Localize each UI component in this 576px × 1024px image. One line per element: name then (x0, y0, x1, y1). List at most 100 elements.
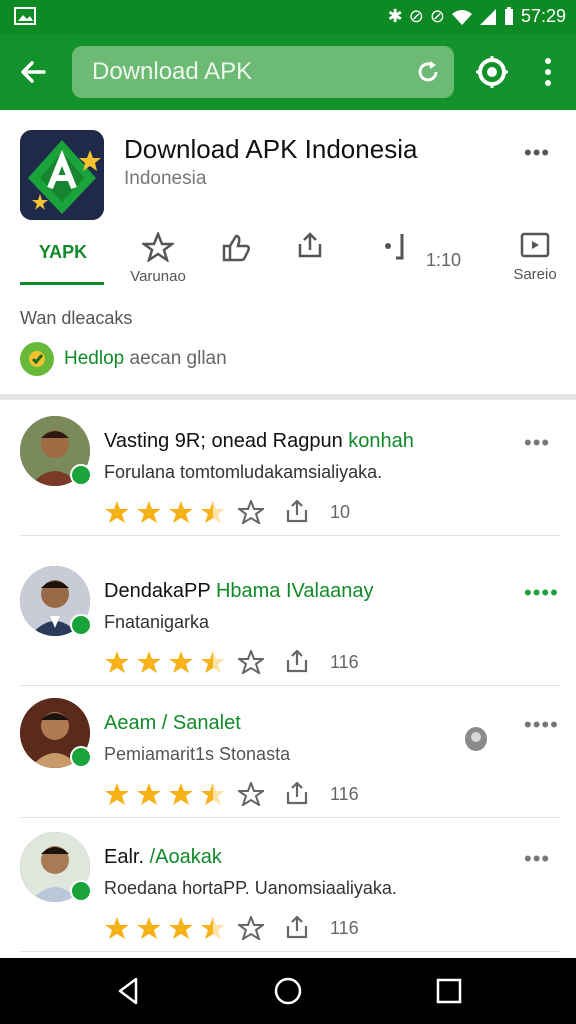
back-arrow-icon[interactable] (14, 52, 54, 92)
section-divider (0, 394, 576, 400)
more-horizontal-icon[interactable]: •••• (524, 712, 559, 738)
review-author: DendakaPP Hbama IValaanay (104, 580, 374, 602)
review-actions: 10 (238, 500, 350, 524)
star-icon (137, 501, 161, 523)
star-icon (137, 783, 161, 805)
star-icon (169, 651, 193, 673)
system-nav-bar (0, 958, 576, 1024)
rating-stars (104, 500, 226, 524)
help-icon (20, 342, 54, 376)
review-item[interactable]: Vasting 9R; onead Ragpun konhah Forulana… (0, 402, 576, 536)
review-text: Forulana tomtomludakamsialiyaka. (104, 462, 383, 482)
star-icon (169, 501, 193, 523)
thumb-icon (222, 234, 251, 262)
help-row[interactable]: Hedlop aecan gllan (20, 342, 540, 382)
share-icon[interactable] (284, 782, 310, 806)
tab-yapk[interactable]: YAPK (20, 232, 106, 290)
review-author: Vasting 9R; onead Ragpun konhah (104, 430, 414, 452)
section-text: Wan dleacaks (20, 308, 133, 328)
status-bar: ✱ ⊘ ⊘ 57:29 (0, 0, 576, 34)
star-half-icon (201, 501, 225, 523)
tab-underline (20, 282, 104, 285)
star-outline-icon[interactable] (238, 500, 264, 524)
star-half-icon (201, 651, 225, 673)
action-tabs: YAPK Varunao Sareio (0, 232, 576, 292)
star-icon (169, 783, 193, 805)
share-icon (298, 232, 322, 258)
review-count: 116 (330, 917, 359, 938)
tab-rate[interactable]: Varunao (128, 232, 188, 290)
screen-icon (520, 232, 550, 258)
tab-download[interactable] (378, 232, 418, 290)
star-icon (105, 783, 129, 805)
verified-badge (70, 614, 92, 636)
review-count: 116 (330, 783, 359, 804)
small-avatar-icon (465, 727, 487, 751)
app-title: Download APK Indonesia (124, 134, 418, 164)
star-icon (105, 651, 129, 673)
tab-share[interactable] (290, 232, 330, 290)
app-bar: Download APK (0, 34, 576, 110)
share-icon[interactable] (284, 500, 310, 524)
app-header: Download APK Indonesia Indonesia ••• YAP… (0, 110, 576, 400)
app-logo-icon (20, 130, 104, 220)
more-horizontal-icon[interactable]: ••• (524, 846, 550, 872)
share-icon[interactable] (284, 916, 310, 940)
review-actions: 116 (238, 650, 359, 674)
review-text: Pemiamarit1s Stonasta (104, 744, 291, 764)
wifi-icon (451, 9, 472, 25)
signal-icon (479, 8, 496, 25)
tab-yapk-label: YAPK (38, 242, 88, 262)
star-outline-icon[interactable] (238, 782, 264, 806)
row-divider (20, 535, 560, 536)
gallery-icon (14, 7, 36, 30)
target-icon[interactable] (474, 54, 510, 90)
review-item[interactable]: DendakaPP Hbama IValaanay Fnatanigarka 1… (0, 552, 576, 686)
tab-screen[interactable]: Sareio (508, 232, 562, 290)
row-divider (20, 951, 560, 952)
review-count: 116 (330, 651, 359, 672)
verified-badge (70, 464, 92, 486)
download-count: 1:10 (426, 250, 462, 270)
review-item[interactable]: Ealr. /Aoakak Roedana hortaPP. Uanomsiaa… (0, 818, 576, 952)
nav-home-icon[interactable] (273, 976, 303, 1006)
tab-like[interactable] (216, 232, 256, 290)
star-outline-icon[interactable] (238, 916, 264, 940)
review-author: Ealr. /Aoakak (104, 846, 222, 868)
more-vertical-icon[interactable] (538, 56, 558, 88)
status-time: 57:29 (520, 6, 566, 26)
star-icon (105, 917, 129, 939)
bluetooth-icon: ✱ (387, 6, 403, 26)
nav-back-icon[interactable] (114, 976, 144, 1006)
review-text: Fnatanigarka (104, 612, 210, 632)
status-icons: ✱ ⊘ ⊘ 57:29 (388, 6, 566, 27)
tab-rate-label: Varunao (130, 268, 186, 285)
star-icon (169, 917, 193, 939)
star-half-icon (201, 917, 225, 939)
review-actions: 116 (238, 782, 359, 806)
download-icon (385, 234, 404, 260)
star-icon (137, 651, 161, 673)
review-text: Roedana hortaPP. Uanomsiaaliyaka. (104, 878, 397, 898)
do-not-disturb-icon: ⊘ (408, 6, 424, 26)
search-bar[interactable]: Download APK (72, 46, 454, 98)
review-item[interactable]: Aeam / Sanalet Pemiamarit1s Stonasta 116… (0, 684, 576, 818)
review-author: Aeam / Sanalet (104, 712, 241, 734)
share-icon[interactable] (284, 650, 310, 674)
star-icon (105, 501, 129, 523)
more-horizontal-icon[interactable]: ••• (524, 430, 550, 456)
rating-stars (104, 782, 226, 806)
nav-recents-icon[interactable] (434, 976, 464, 1006)
help-text: Hedlop aecan gllan (64, 348, 227, 369)
star-half-icon (201, 783, 225, 805)
rating-stars (104, 916, 226, 940)
tab-screen-label: Sareio (513, 266, 557, 283)
app-subtitle: Indonesia (124, 168, 207, 189)
more-horizontal-icon[interactable]: •••• (524, 580, 559, 606)
sync-icon: ⊘ (429, 6, 445, 26)
star-outline-icon (142, 232, 174, 262)
reload-icon[interactable] (414, 58, 442, 86)
star-outline-icon[interactable] (238, 650, 264, 674)
search-input[interactable]: Download APK (92, 58, 252, 86)
more-horizontal-icon[interactable]: ••• (524, 140, 550, 166)
